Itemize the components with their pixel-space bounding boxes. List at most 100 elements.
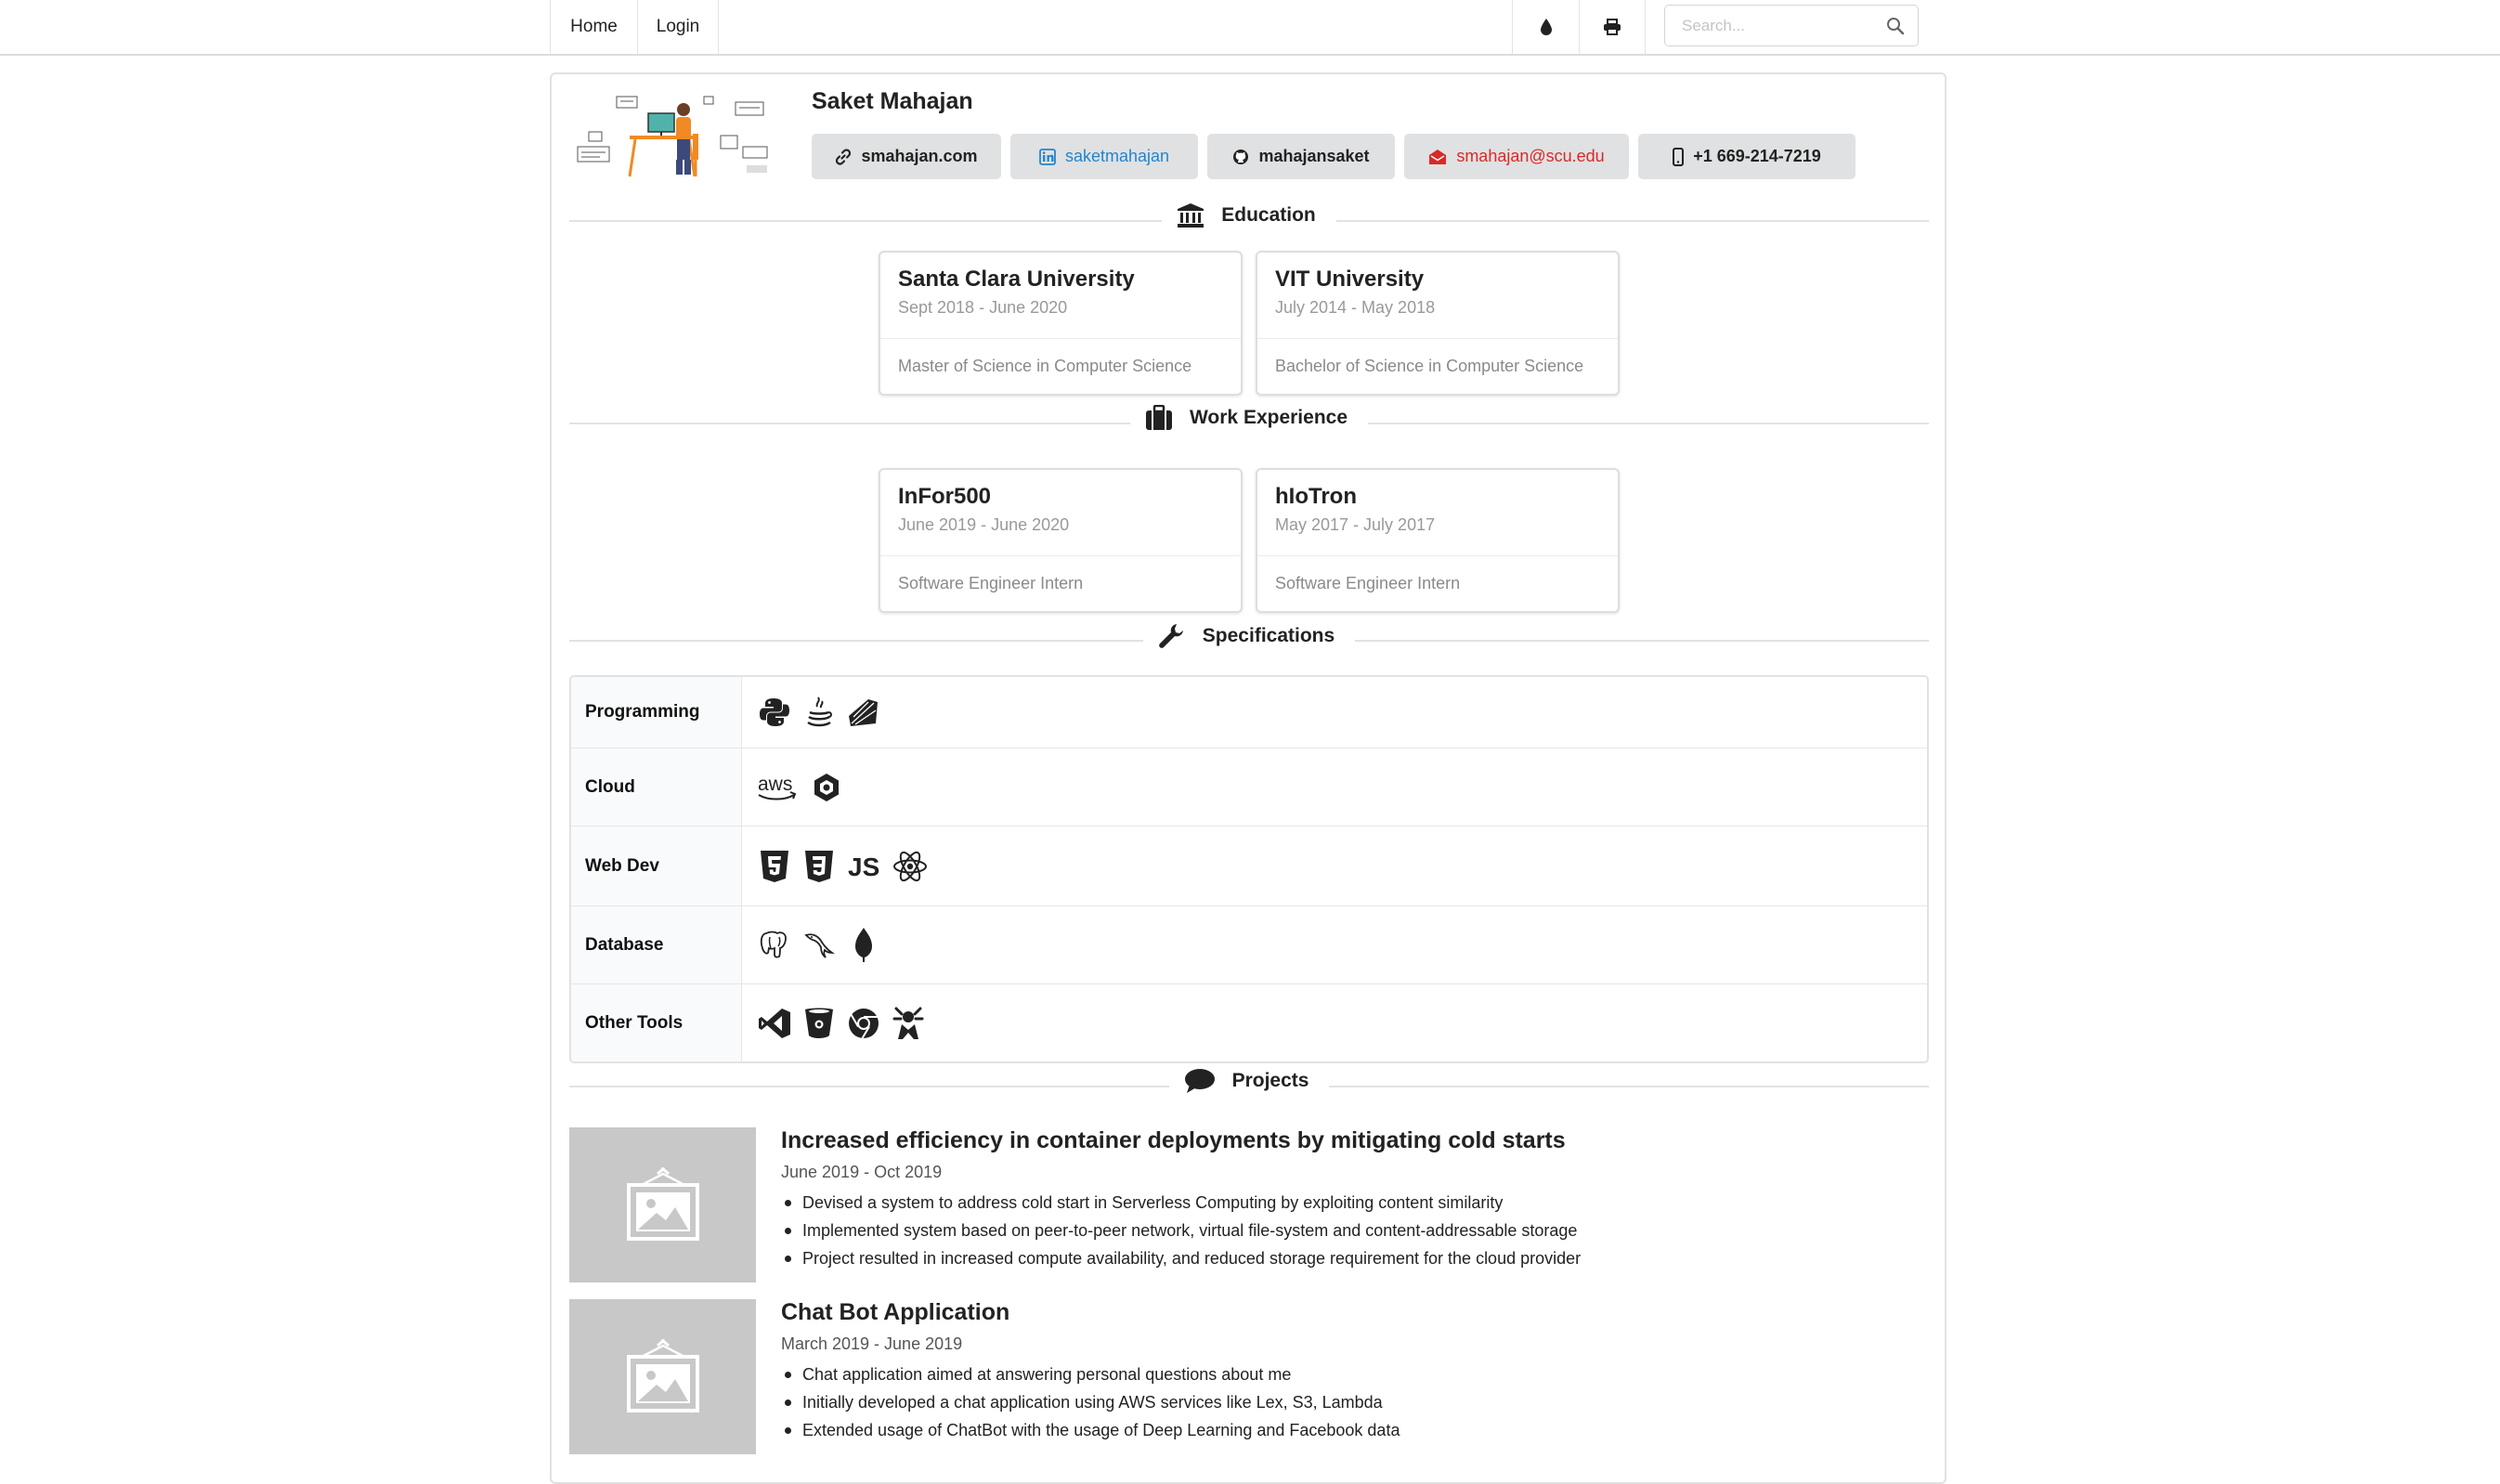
work-dates: June 2019 - June 2020 <box>898 515 1070 534</box>
search-icon[interactable] <box>1886 17 1905 35</box>
css3-icon <box>801 849 837 884</box>
email-label: smahajan@scu.edu <box>1456 147 1605 165</box>
profile-name: Saket Mahajan <box>812 88 973 114</box>
email-button[interactable]: smahajan@scu.edu <box>1404 134 1629 179</box>
project-bullet: Project resulted in increased compute av… <box>781 1244 1581 1272</box>
spec-row-database: Database <box>571 905 1927 983</box>
python-icon <box>757 695 792 730</box>
mongodb-icon <box>846 927 881 963</box>
nav-home-link[interactable]: Home <box>550 0 637 54</box>
jenkins-icon <box>891 1006 926 1041</box>
project-title: Chat Bot Application <box>781 1299 1010 1325</box>
specs-heading: Specifications <box>1202 625 1335 646</box>
top-navbar: Home Login <box>0 0 2500 56</box>
nav-login-link[interactable]: Login <box>637 0 719 54</box>
linkedin-label: saketmahajan <box>1064 147 1170 165</box>
education-divider: Education <box>569 202 1929 236</box>
project-bullet: Implemented system based on peer-to-peer… <box>781 1217 1581 1244</box>
comment-icon <box>1184 1069 1215 1093</box>
print-button[interactable] <box>1579 0 1646 54</box>
github-button[interactable]: mahajansaket <box>1207 134 1395 179</box>
js-text: JS <box>848 853 879 881</box>
website-button[interactable]: smahajan.com <box>812 134 1001 179</box>
education-card: Santa Clara University Sept 2018 - June … <box>879 251 1243 396</box>
education-degree: Master of Science in Computer Science <box>898 357 1192 375</box>
navbar-container: Home Login <box>550 0 1928 54</box>
mysql-icon <box>801 928 837 963</box>
work-dates: May 2017 - July 2017 <box>1275 515 1436 534</box>
project-bullets: Devised a system to address cold start i… <box>781 1189 1581 1272</box>
specs-divider: Specifications <box>569 622 1929 656</box>
java-icon <box>801 695 837 730</box>
work-role: Software Engineer Intern <box>898 574 1084 592</box>
work-role: Software Engineer Intern <box>1275 574 1461 592</box>
work-company: InFor500 <box>898 484 992 509</box>
phone-label: +1 669-214-7219 <box>1693 147 1821 165</box>
education-dates: Sept 2018 - June 2020 <box>898 298 1068 317</box>
spec-label: Programming <box>571 677 742 748</box>
project-bullet: Extended usage of ChatBot with the usage… <box>781 1416 1400 1444</box>
university-icon <box>1178 203 1204 228</box>
spec-row-cloud: Cloud aws <box>571 748 1927 826</box>
briefcase-icon <box>1145 405 1172 430</box>
postgresql-icon <box>757 928 792 963</box>
education-degree: Bachelor of Science in Computer Science <box>1275 357 1584 375</box>
ruby-icon <box>846 695 881 730</box>
project-bullet: Chat application aimed at answering pers… <box>781 1360 1400 1388</box>
projects-heading: Projects <box>1231 1070 1309 1091</box>
aws-icon: aws <box>757 770 800 805</box>
project-title: Increased efficiency in container deploy… <box>781 1127 1566 1153</box>
work-card: InFor500 June 2019 - June 2020 Software … <box>879 468 1243 613</box>
spec-label: Database <box>571 906 742 983</box>
education-school: VIT University <box>1275 267 1425 292</box>
spec-label: Cloud <box>571 749 742 826</box>
link-icon <box>836 148 852 165</box>
gcp-icon <box>809 770 844 805</box>
envelope-icon <box>1429 149 1447 164</box>
mobile-icon <box>1673 147 1685 166</box>
spec-label: Other Tools <box>571 984 742 1061</box>
spec-row-other-tools: Other Tools <box>571 983 1927 1061</box>
project-bullets: Chat application aimed at answering pers… <box>781 1360 1400 1444</box>
avatar <box>572 91 776 184</box>
print-icon <box>1604 19 1621 35</box>
image-placeholder-icon <box>626 1338 699 1412</box>
project-dates: March 2019 - June 2019 <box>781 1334 963 1353</box>
search-input[interactable] <box>1665 16 1869 35</box>
image-placeholder-icon <box>626 1166 699 1241</box>
theme-toggle-button[interactable] <box>1512 0 1579 54</box>
work-company: hIoTron <box>1275 484 1357 509</box>
react-icon <box>892 849 928 884</box>
website-label: smahajan.com <box>861 147 978 165</box>
project-bullet: Initially developed a chat application u… <box>781 1388 1400 1416</box>
search-box <box>1664 5 1919 46</box>
phone-button[interactable]: +1 669-214-7219 <box>1638 134 1855 179</box>
wrench-icon <box>1158 624 1183 648</box>
education-dates: July 2014 - May 2018 <box>1275 298 1436 317</box>
work-heading: Work Experience <box>1189 407 1348 428</box>
education-heading: Education <box>1221 204 1316 226</box>
education-school: Santa Clara University <box>898 267 1135 292</box>
visual-studio-icon <box>757 1006 792 1041</box>
github-label: mahajansaket <box>1258 147 1370 165</box>
education-card: VIT University July 2014 - May 2018 Bach… <box>1256 251 1620 396</box>
spec-row-webdev: Web Dev JS <box>571 826 1927 905</box>
linkedin-icon <box>1039 148 1056 165</box>
project-item: Chat Bot Application March 2019 - June 2… <box>569 1299 1929 1455</box>
project-item: Increased efficiency in container deploy… <box>569 1127 1929 1283</box>
project-dates: June 2019 - Oct 2019 <box>781 1163 943 1181</box>
spec-row-programming: Programming <box>571 677 1927 748</box>
project-bullet: Devised a system to address cold start i… <box>781 1189 1581 1217</box>
work-divider: Work Experience <box>569 405 1929 438</box>
projects-divider: Projects <box>569 1068 1929 1101</box>
spec-label: Web Dev <box>571 827 742 905</box>
js-icon: JS <box>846 849 883 884</box>
project-thumbnail <box>569 1127 756 1282</box>
html5-icon <box>757 849 792 884</box>
project-thumbnail <box>569 1299 756 1454</box>
work-card: hIoTron May 2017 - July 2017 Software En… <box>1256 468 1620 613</box>
github-icon <box>1233 149 1249 164</box>
specs-table: Programming Cloud aws Web Dev JS Databas… <box>569 675 1929 1063</box>
chrome-icon <box>846 1006 881 1041</box>
linkedin-button[interactable]: saketmahajan <box>1010 134 1198 179</box>
